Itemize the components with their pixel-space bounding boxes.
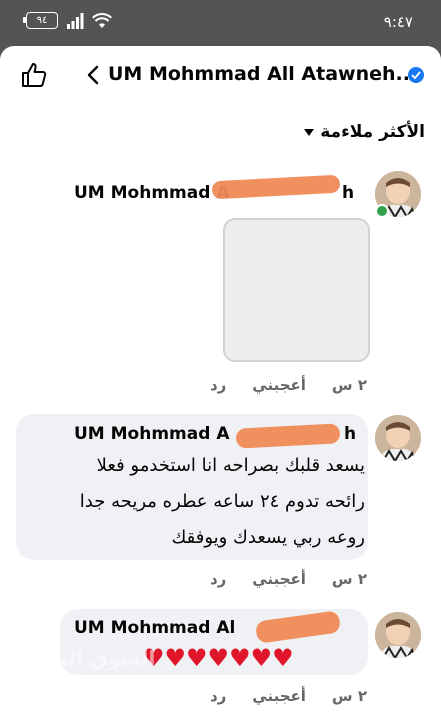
comment-actions: ٢ س أعجبني رد — [210, 687, 367, 705]
reply-link[interactable]: رد — [210, 376, 226, 394]
comment-image[interactable] — [223, 218, 370, 362]
comment-time: ٢ س — [331, 570, 367, 588]
watermark-arabic: السوق المفتوح — [6, 646, 156, 670]
status-bar: ٩٤ ٩:٤٧ — [0, 0, 441, 46]
watermark: السوق المفتوح opensooq.com — [6, 646, 155, 687]
heart-emojis: ♥♥♥♥♥♥♥ — [143, 646, 294, 670]
commenter-name[interactable]: UM Mohmmad A — [74, 424, 229, 444]
caret-down-icon — [304, 129, 315, 136]
chevron-left-icon[interactable] — [86, 65, 100, 85]
avatar[interactable] — [375, 415, 421, 461]
avatar[interactable] — [375, 612, 421, 658]
comment-actions: ٢ س أعجبني رد — [210, 570, 367, 588]
reply-link[interactable]: رد — [210, 570, 226, 588]
like-link[interactable]: أعجبني — [252, 376, 306, 394]
verified-badge-icon — [408, 67, 424, 83]
comment-text-line-2: رائحه تدوم ٢٤ ساعه عطره مريحه جدا — [79, 491, 365, 512]
reply-link[interactable]: رد — [210, 687, 226, 705]
status-icons: ٩٤ — [23, 12, 112, 29]
comment-text-line-3: روعه ربي يسعدك ويوفقك — [171, 527, 365, 548]
commenter-name-tail: h — [342, 183, 355, 203]
comment-text-line-1: يسعد قلبك بصراحه انا استخدمو فعلا — [96, 455, 365, 476]
comments-sheet: UM Mohmmad All Atawneh... الأكثر ملاءمة … — [0, 46, 441, 720]
online-status-dot — [375, 204, 389, 218]
like-link[interactable]: أعجبني — [252, 570, 306, 588]
signal-icon — [67, 12, 84, 29]
header: UM Mohmmad All Atawneh... — [0, 46, 441, 104]
comment-actions: ٢ س أعجبني رد — [210, 376, 367, 394]
sort-label: الأكثر ملاءمة — [320, 122, 425, 142]
comment-time: ٢ س — [331, 376, 367, 394]
status-time: ٩:٤٧ — [383, 13, 413, 31]
wifi-icon — [92, 12, 112, 28]
battery-icon: ٩٤ — [23, 12, 58, 29]
sort-dropdown[interactable]: الأكثر ملاءمة — [304, 122, 425, 142]
commenter-name[interactable]: UM Mohmmad A — [74, 183, 229, 203]
avatar-photo — [375, 612, 421, 658]
heart-icon: ♥♥♥♥♥♥♥ — [143, 644, 294, 672]
redaction-scribble — [211, 174, 341, 200]
avatar-photo — [375, 415, 421, 461]
post-author-title[interactable]: UM Mohmmad All Atawneh... — [108, 63, 408, 85]
commenter-name-tail: h — [344, 424, 357, 444]
like-link[interactable]: أعجبني — [252, 687, 306, 705]
comment-time: ٢ س — [331, 687, 367, 705]
watermark-english: opensooq.com — [6, 672, 113, 687]
like-thumb-icon[interactable] — [20, 61, 48, 89]
commenter-name[interactable]: UM Mohmmad Al — [74, 618, 235, 638]
